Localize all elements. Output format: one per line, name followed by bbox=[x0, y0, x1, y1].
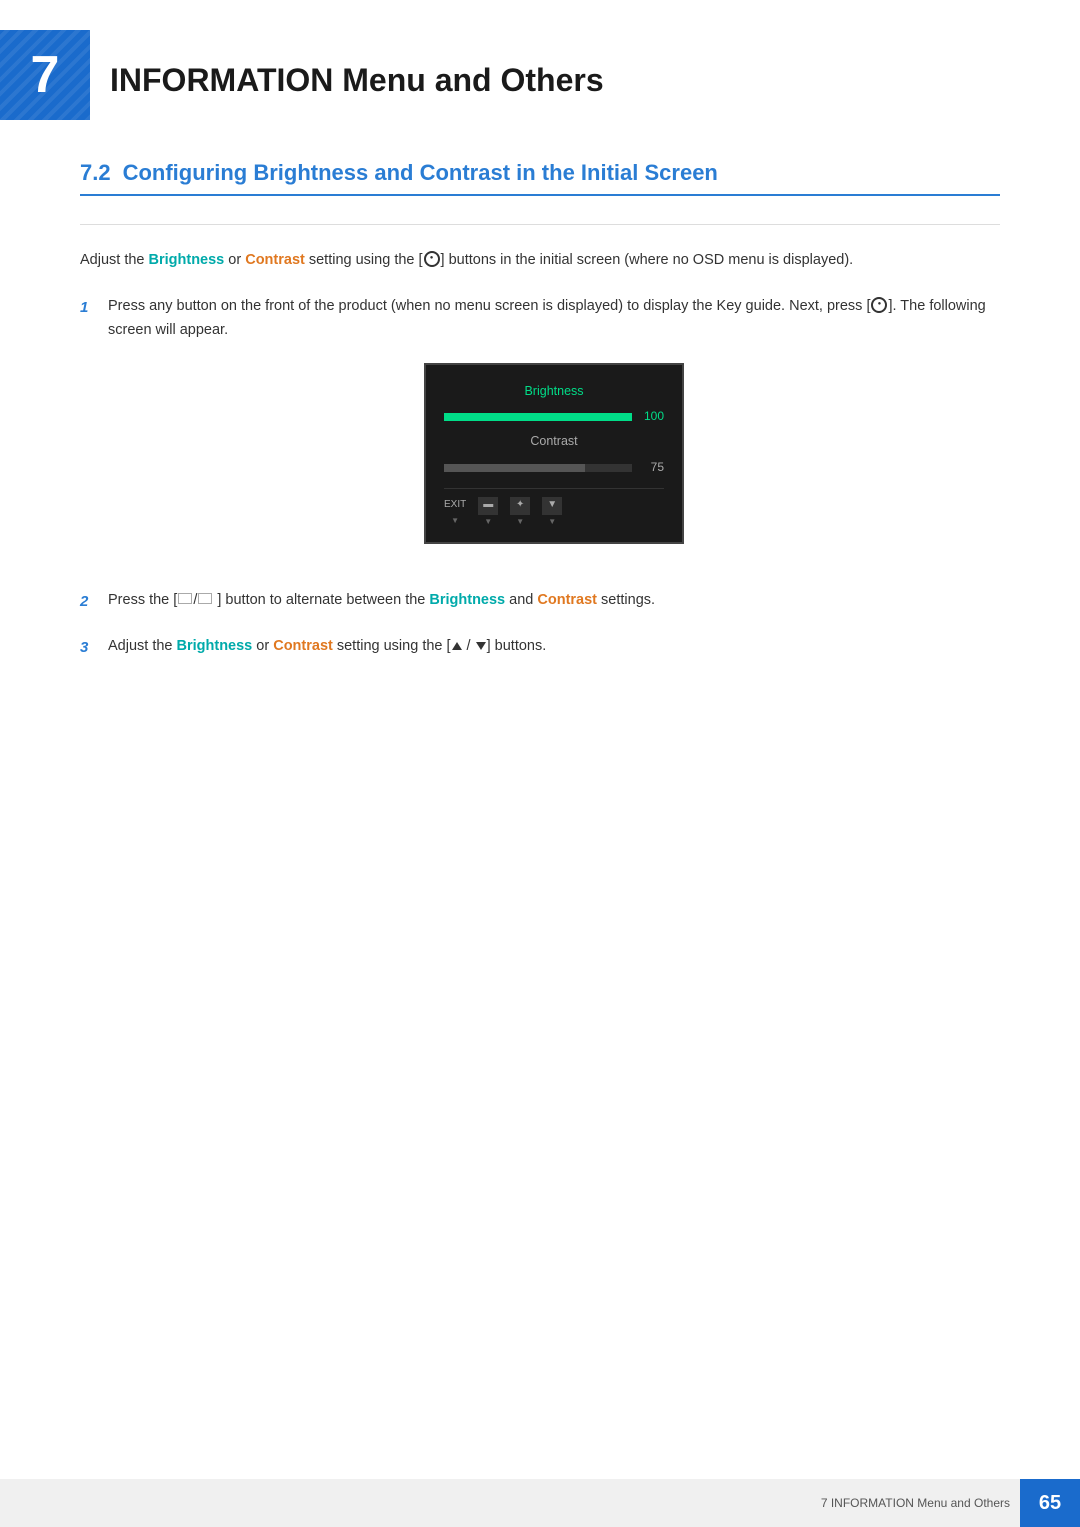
osd-brightness-bar-bg bbox=[444, 413, 632, 421]
section-number: 7.2 bbox=[80, 160, 111, 185]
step-3-number: 3 bbox=[80, 635, 108, 661]
osd-exit-arrow: ▼ bbox=[451, 514, 459, 527]
osd-mockup-container: Brightness 100 Contrast bbox=[108, 363, 1000, 544]
monitor-icon-1 bbox=[178, 593, 192, 604]
triangle-down-icon bbox=[476, 642, 486, 650]
brightness-label-intro: Brightness bbox=[149, 252, 225, 268]
osd-contrast-value: 75 bbox=[640, 458, 664, 478]
footer-page-number: 65 bbox=[1020, 1479, 1080, 1527]
osd-btn2-col: ✦ ▼ bbox=[510, 497, 530, 528]
osd-footer: EXIT ▼ ▬ ▼ ✦ ▼ bbox=[444, 488, 664, 528]
monitor-icon-2 bbox=[198, 593, 212, 604]
intro-middle: or bbox=[224, 252, 245, 268]
chapter-header: 7 INFORMATION Menu and Others bbox=[0, 0, 1080, 140]
osd-btn3-col: ▼ ▼ bbox=[542, 497, 562, 528]
step2-contrast: Contrast bbox=[537, 592, 597, 608]
step-1-text: Press any button on the front of the pro… bbox=[108, 298, 986, 338]
step-3-content: Adjust the Brightness or Contrast settin… bbox=[108, 635, 1000, 659]
osd-btn1: ▬ bbox=[478, 497, 498, 515]
step-2: 2 Press the [/ ] button to alternate bet… bbox=[80, 589, 1000, 615]
step-1-content: Press any button on the front of the pro… bbox=[108, 295, 1000, 569]
step2-brightness: Brightness bbox=[429, 592, 505, 608]
step-3: 3 Adjust the Brightness or Contrast sett… bbox=[80, 635, 1000, 661]
chapter-title: INFORMATION Menu and Others bbox=[110, 52, 604, 99]
contrast-label-intro: Contrast bbox=[245, 252, 305, 268]
triangle-up-icon bbox=[452, 642, 462, 650]
content-area: 7.2 Configuring Brightness and Contrast i… bbox=[0, 150, 1080, 780]
osd-exit-label: EXIT bbox=[444, 497, 466, 514]
step-2-number: 2 bbox=[80, 589, 108, 615]
osd-brightness-bar-fill bbox=[444, 413, 632, 421]
chapter-number-box: 7 bbox=[0, 30, 90, 120]
step-2-text: Press the [/ ] button to alternate betwe… bbox=[108, 592, 655, 608]
osd-brightness-row: 100 bbox=[444, 407, 664, 427]
intro-paragraph: Adjust the Brightness or Contrast settin… bbox=[80, 249, 1000, 273]
osd-btn1-col: ▬ ▼ bbox=[478, 497, 498, 528]
circle-button-icon bbox=[424, 251, 440, 267]
osd-brightness-value: 100 bbox=[640, 407, 664, 427]
section-divider bbox=[80, 224, 1000, 225]
intro-suffix: setting using the [] buttons in the init… bbox=[305, 252, 853, 268]
osd-contrast-bar-bg bbox=[444, 464, 632, 472]
step-3-text: Adjust the Brightness or Contrast settin… bbox=[108, 638, 546, 654]
section-heading: 7.2 Configuring Brightness and Contrast i… bbox=[80, 160, 1000, 196]
step-1: 1 Press any button on the front of the p… bbox=[80, 295, 1000, 569]
osd-btn3: ▼ bbox=[542, 497, 562, 515]
step3-brightness: Brightness bbox=[177, 638, 253, 654]
step-2-content: Press the [/ ] button to alternate betwe… bbox=[108, 589, 1000, 613]
osd-contrast-label: Contrast bbox=[444, 431, 664, 452]
circle-button-icon-2 bbox=[871, 297, 887, 313]
osd-brightness-label: Brightness bbox=[444, 381, 664, 402]
chapter-number: 7 bbox=[31, 45, 60, 105]
intro-prefix: Adjust the bbox=[80, 252, 149, 268]
osd-contrast-bar-fill bbox=[444, 464, 585, 472]
step3-contrast: Contrast bbox=[273, 638, 333, 654]
osd-btn3-arrow: ▼ bbox=[548, 515, 556, 528]
osd-screen: Brightness 100 Contrast bbox=[424, 363, 684, 544]
osd-btn1-arrow: ▼ bbox=[484, 515, 492, 528]
footer-chapter-text: 7 INFORMATION Menu and Others bbox=[821, 1496, 1020, 1510]
osd-btn2: ✦ bbox=[510, 497, 530, 515]
steps-list: 1 Press any button on the front of the p… bbox=[80, 295, 1000, 660]
page-footer: 7 INFORMATION Menu and Others 65 bbox=[0, 1479, 1080, 1527]
osd-exit-col: EXIT ▼ bbox=[444, 497, 466, 527]
section-title: Configuring Brightness and Contrast in t… bbox=[123, 160, 718, 185]
osd-btn2-arrow: ▼ bbox=[516, 515, 524, 528]
step-1-number: 1 bbox=[80, 295, 108, 321]
osd-contrast-row: 75 bbox=[444, 458, 664, 478]
